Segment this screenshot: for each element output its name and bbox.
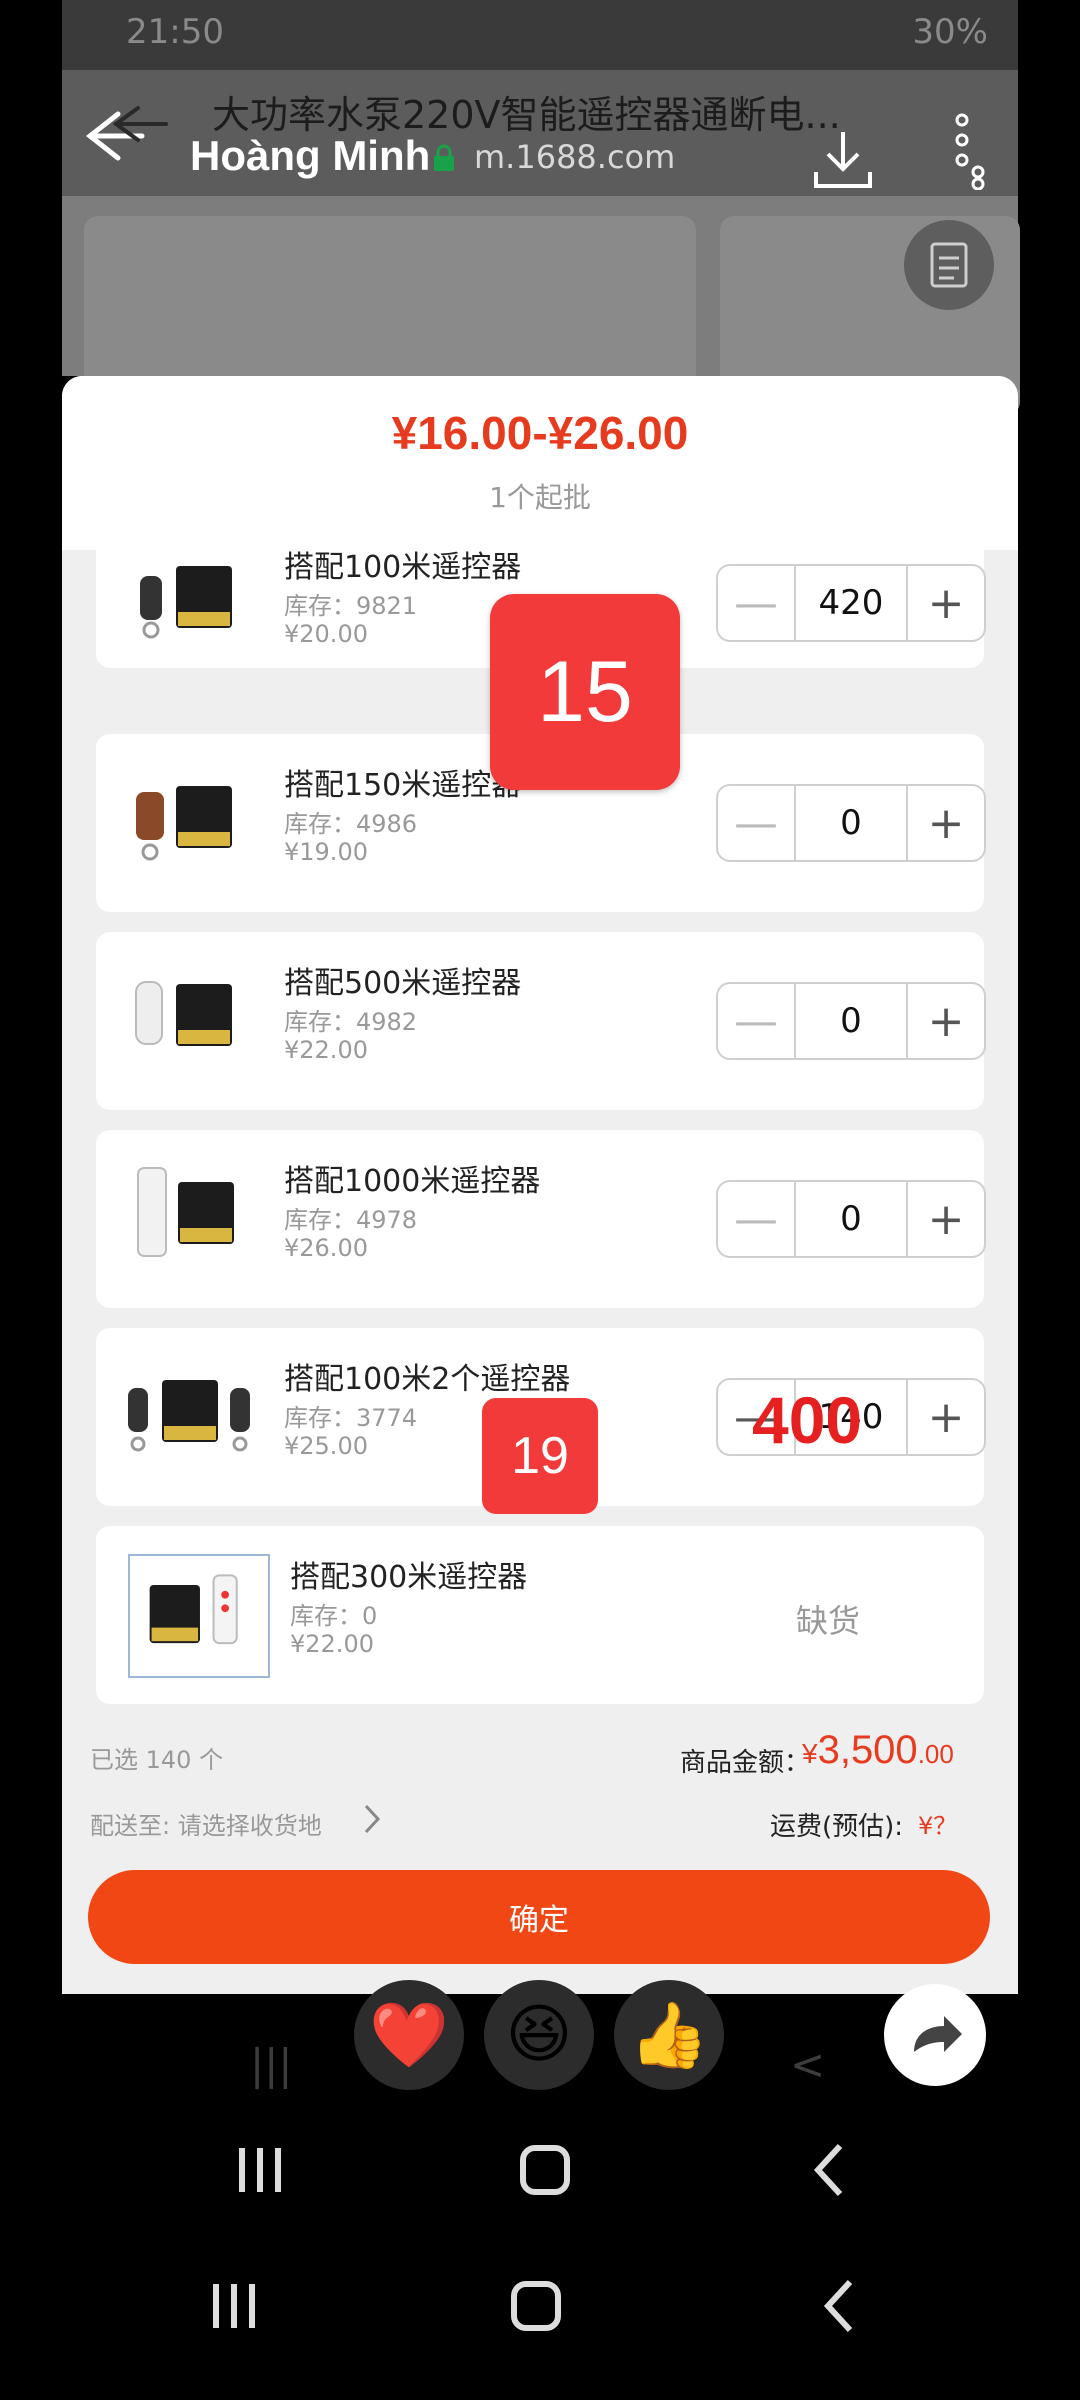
sku-name: 搭配150米遥控器 xyxy=(284,768,522,803)
total-amount: ¥3,500.00 xyxy=(802,1728,954,1773)
freight-label: 运费(预估): xyxy=(770,1812,904,1842)
quantity-input[interactable]: 0 xyxy=(794,1182,908,1256)
product-thumbnail xyxy=(136,786,232,861)
decrease-button[interactable]: — xyxy=(718,1182,794,1256)
quantity-stepper: — 0 + xyxy=(716,1180,986,1258)
battery-level: 30% xyxy=(912,12,988,52)
navigation-bar-upper xyxy=(0,2130,1080,2250)
product-thumbnail xyxy=(128,1554,270,1678)
thumbs-up-reaction-icon[interactable]: 👍 xyxy=(614,1980,724,2090)
amount-main: 3,500 xyxy=(817,1728,918,1772)
quantity-input[interactable]: 0 xyxy=(794,786,908,860)
quantity-input[interactable]: 420 xyxy=(794,566,908,640)
sku-stock: 库存：0 xyxy=(290,1602,378,1630)
count-badge-small: 19 xyxy=(482,1398,598,1514)
amount-label: 商品金额： xyxy=(680,1748,811,1778)
sender-name: Hoàng Minh xyxy=(190,132,431,179)
sku-name: 搭配300米遥控器 xyxy=(290,1560,528,1595)
min-order-quantity: 1个起批 xyxy=(489,481,591,514)
sku-price: ¥25.00 xyxy=(284,1432,368,1460)
confirm-button[interactable]: 确定 xyxy=(88,1870,990,1964)
sku-price: ¥20.00 xyxy=(284,620,368,648)
out-of-stock-label: 缺货 xyxy=(796,1602,861,1640)
sku-stock: 库存：4978 xyxy=(284,1206,418,1234)
home-icon[interactable] xyxy=(505,2130,585,2210)
product-image-area xyxy=(62,196,1020,416)
quantity-stepper: — 420 + xyxy=(716,564,986,642)
selected-count: 已选 140 个 xyxy=(90,1746,224,1774)
sku-price: ¥22.00 xyxy=(284,1036,368,1064)
status-bar: 21:50 30% xyxy=(62,0,1018,70)
increase-button[interactable]: + xyxy=(908,1182,984,1256)
sku-name: 搭配500米遥控器 xyxy=(284,966,522,1001)
page-title: 大功率水泵220V智能遥控器通断电... xyxy=(212,93,841,137)
increase-button[interactable]: + xyxy=(908,566,984,640)
increase-button[interactable]: + xyxy=(908,786,984,860)
sheet-header: ¥16.00-¥26.00 1个起批 xyxy=(62,376,1018,550)
quantity-stepper: — 0 + xyxy=(716,784,986,862)
recents-icon[interactable] xyxy=(194,2266,274,2346)
product-thumbnail xyxy=(135,981,232,1046)
recents-icon-faint: ||| xyxy=(250,2040,293,2089)
browser-header: 大功率水泵220V智能遥控器通断电... Hoàng Minh m.1688.c… xyxy=(62,70,1018,196)
url-text[interactable]: m.1688.com xyxy=(474,138,675,176)
product-thumbnail xyxy=(140,566,232,639)
back-icon-faint: < xyxy=(790,2040,826,2089)
sku-selection-sheet: ¥16.00-¥26.00 1个起批 搭配100米遥控器 库存：9821 ¥20… xyxy=(62,376,1018,1994)
clipboard-icon[interactable] xyxy=(904,220,994,310)
increase-button[interactable]: + xyxy=(908,984,984,1058)
navigation-bar-lower xyxy=(0,2266,1080,2386)
sku-name: 搭配100米2个遥控器 xyxy=(284,1362,571,1397)
decrease-button[interactable]: — xyxy=(718,566,794,640)
price-range: ¥16.00-¥26.00 xyxy=(391,407,689,459)
more-options-icon[interactable] xyxy=(948,110,992,190)
share-arrow-icon xyxy=(914,2016,962,2052)
sku-price: ¥19.00 xyxy=(284,838,368,866)
share-button[interactable] xyxy=(884,1984,986,2086)
sku-stock: 库存：4986 xyxy=(284,810,418,838)
sku-row-out-of-stock: 搭配300米遥控器 库存：0 ¥22.00 缺货 xyxy=(96,1526,984,1704)
laugh-reaction-icon[interactable]: 😆 xyxy=(484,1980,594,2090)
decrease-button[interactable]: — xyxy=(718,786,794,860)
sku-stock: 库存：4982 xyxy=(284,1008,418,1036)
sku-stock: 库存：3774 xyxy=(284,1404,418,1432)
sku-row: 搭配1000米遥控器 库存：4978 ¥26.00 — 0 + xyxy=(96,1130,986,1308)
chevron-right-icon[interactable] xyxy=(360,1802,384,1836)
freight-value: ¥？ xyxy=(918,1812,958,1840)
overlay-number: 400 xyxy=(752,1383,863,1457)
sku-price: ¥22.00 xyxy=(290,1630,374,1658)
home-icon[interactable] xyxy=(496,2266,576,2346)
back-arrow-icon[interactable] xyxy=(82,106,172,166)
quantity-stepper: — 0 + xyxy=(716,982,986,1060)
lock-icon xyxy=(434,144,454,171)
decrease-button[interactable]: — xyxy=(718,984,794,1058)
ship-to-selector[interactable]: 配送至: 请选择收货地 xyxy=(90,1806,322,1841)
download-icon[interactable] xyxy=(810,128,876,192)
quantity-input[interactable]: 0 xyxy=(794,984,908,1058)
product-thumbnail xyxy=(128,1380,250,1452)
sku-name: 搭配1000米遥控器 xyxy=(284,1164,541,1199)
increase-button[interactable]: + xyxy=(908,1380,984,1454)
product-thumbnail xyxy=(137,1167,234,1257)
count-badge: 15 xyxy=(490,594,680,790)
sku-price: ¥26.00 xyxy=(284,1234,368,1262)
amount-currency: ¥ xyxy=(802,1738,818,1769)
recents-icon[interactable] xyxy=(220,2130,300,2210)
amount-decimal: .00 xyxy=(917,1739,954,1769)
back-icon[interactable] xyxy=(790,2130,870,2210)
status-time: 21:50 xyxy=(126,12,224,52)
sku-row: 搭配500米遥控器 库存：4982 ¥22.00 — 0 + xyxy=(96,932,986,1110)
sku-stock: 库存：9821 xyxy=(284,592,418,620)
sku-name: 搭配100米遥控器 xyxy=(284,550,522,585)
back-icon[interactable] xyxy=(800,2266,880,2346)
heart-reaction-icon[interactable]: ❤️ xyxy=(354,1980,464,2090)
